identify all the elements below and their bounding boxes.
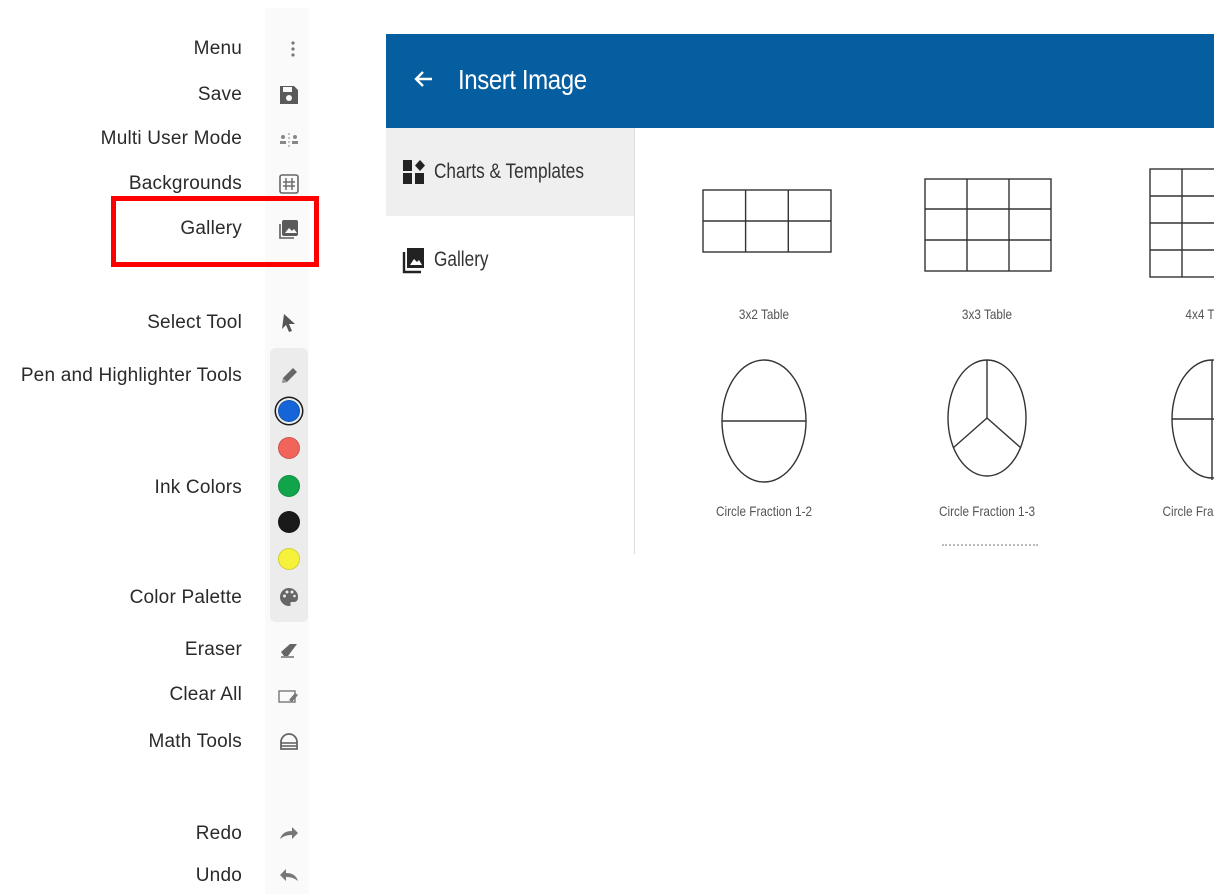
multi-user-label: Multi User Mode <box>100 128 242 149</box>
template-label: Circle Fraction 1-3 <box>938 503 1036 519</box>
template-circle-fraction-1-3[interactable] <box>946 358 1028 483</box>
multi-user-button[interactable] <box>270 125 308 155</box>
backgrounds-label: Backgrounds <box>128 173 242 194</box>
sidebar-item-charts-templates[interactable]: Charts & Templates <box>386 128 634 216</box>
ink-colors-label: Ink Colors <box>154 477 242 498</box>
menu-button[interactable] <box>270 34 308 64</box>
gallery-highlight-box <box>111 196 319 267</box>
circle-fraction-preview <box>1171 359 1214 480</box>
ink-color-yellow[interactable] <box>278 548 300 570</box>
menu-label: Menu <box>193 38 242 59</box>
eraser-icon <box>281 644 297 658</box>
sidebar-item-label: Charts & Templates <box>434 160 584 183</box>
table-3x3-preview <box>924 178 1052 272</box>
pen-tool-button[interactable] <box>270 361 308 391</box>
clear-all-icon <box>278 690 298 703</box>
redo-button[interactable] <box>270 818 308 848</box>
multi-user-icon <box>280 133 298 147</box>
save-label: Save <box>197 84 242 105</box>
backgrounds-button[interactable] <box>270 169 308 199</box>
template-circle-fraction-1-2[interactable] <box>720 358 808 489</box>
template-label: Circle Fra <box>1162 503 1214 519</box>
next-row-hint <box>942 544 1038 552</box>
template-label: Circle Fraction 1-2 <box>715 503 813 519</box>
pen-highlighter-label: Pen and Highlighter Tools <box>20 365 242 386</box>
palette-icon <box>280 587 299 606</box>
template-label: 3x2 Table <box>738 306 790 322</box>
table-4x4-preview <box>1149 168 1214 278</box>
save-icon <box>280 86 298 104</box>
ink-color-red[interactable] <box>278 437 300 459</box>
ink-color-black[interactable] <box>278 511 300 533</box>
circle-fraction-half-preview <box>721 359 807 483</box>
template-label: 4x4 T <box>1185 306 1214 322</box>
gallery-icon <box>402 245 426 275</box>
dialog-header: Insert Image <box>386 34 1214 128</box>
charts-templates-icon <box>402 157 426 187</box>
undo-icon <box>280 869 298 881</box>
eraser-label: Eraser <box>184 639 242 660</box>
template-3x3-table[interactable] <box>924 178 1052 277</box>
insert-image-dialog: Insert Image Charts & Templates Gallery … <box>386 34 1214 554</box>
pencil-icon <box>282 368 297 383</box>
more-vert-icon <box>291 41 295 57</box>
undo-button[interactable] <box>270 860 308 890</box>
color-palette-button[interactable] <box>270 582 308 612</box>
redo-label: Redo <box>195 823 242 844</box>
ink-color-green[interactable] <box>278 475 300 497</box>
redo-icon <box>280 827 298 839</box>
math-tools-button[interactable] <box>270 727 308 757</box>
save-button[interactable] <box>270 80 308 110</box>
dialog-sidebar: Charts & Templates Gallery <box>386 128 635 554</box>
arrow-back-icon <box>414 71 432 87</box>
cursor-icon <box>282 314 295 332</box>
dialog-title: Insert Image <box>458 64 587 95</box>
select-tool-label: Select Tool <box>147 312 242 333</box>
ink-color-blue[interactable] <box>278 400 300 422</box>
back-button[interactable] <box>410 64 436 94</box>
sidebar-item-gallery[interactable]: Gallery <box>386 216 634 304</box>
template-label: 3x3 Table <box>961 306 1013 322</box>
color-palette-label: Color Palette <box>129 587 242 608</box>
sidebar-item-label: Gallery <box>434 248 489 271</box>
clear-all-button[interactable] <box>270 681 308 711</box>
template-4x4-table[interactable] <box>1149 168 1214 283</box>
table-3x2-preview <box>702 189 832 253</box>
undo-label: Undo <box>195 865 242 886</box>
select-tool-button[interactable] <box>270 308 308 338</box>
clear-all-label: Clear All <box>169 684 242 705</box>
template-3x2-table[interactable] <box>702 189 832 258</box>
circle-fraction-third-preview <box>947 359 1027 477</box>
math-tools-icon <box>280 733 298 750</box>
eraser-button[interactable] <box>270 635 308 665</box>
grid-background-icon <box>279 174 299 194</box>
math-tools-label: Math Tools <box>148 731 242 752</box>
template-circle-fraction[interactable] <box>1170 358 1214 485</box>
